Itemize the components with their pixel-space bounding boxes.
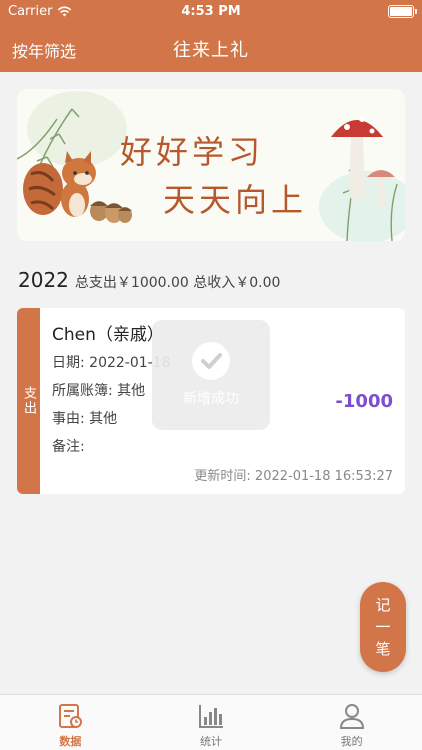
record-name: Chen（亲戚） bbox=[52, 325, 164, 345]
banner-slogan-line-1: 好好学习 bbox=[120, 133, 265, 171]
success-toast: 新增成功 bbox=[152, 320, 270, 430]
chart-icon bbox=[199, 705, 223, 728]
banner-slogan-line-2: 天天向上 bbox=[163, 181, 308, 219]
battery-icon bbox=[388, 5, 417, 18]
add-record-label-3: 笔 bbox=[375, 640, 391, 658]
tab-data-label: 数据 bbox=[59, 735, 82, 748]
tab-statistics-label: 统计 bbox=[200, 735, 222, 748]
status-bar: Carrier 4:53 PM bbox=[0, 0, 422, 24]
tab-data[interactable]: 数据 bbox=[0, 695, 141, 750]
year-summary: 2022 总支出￥1000.00 总收入￥0.00 bbox=[18, 268, 280, 292]
tab-statistics[interactable]: 统计 bbox=[141, 695, 282, 750]
tab-bar: 数据 统计 我的 bbox=[0, 694, 422, 750]
data-icon bbox=[59, 704, 83, 728]
record-note: 备注: bbox=[52, 439, 85, 455]
user-icon bbox=[339, 704, 364, 729]
summary-totals: 总支出￥1000.00 总收入￥0.00 bbox=[74, 275, 281, 291]
clock: 4:53 PM bbox=[181, 4, 241, 19]
tab-profile[interactable]: 我的 bbox=[281, 695, 422, 750]
add-record-label-1: 记 bbox=[375, 596, 391, 614]
record-updated-time: 更新时间: 2022-01-18 16:53:27 bbox=[194, 469, 393, 484]
record-account: 所属账簿: 其他 bbox=[52, 383, 146, 399]
banner: 好好学习 天天向上 bbox=[17, 89, 405, 241]
add-record-label-2: 一 bbox=[375, 618, 391, 636]
tab-profile-label: 我的 bbox=[340, 735, 363, 748]
record-reason: 事由: 其他 bbox=[52, 411, 118, 427]
nav-bar: 按年筛选 往来上礼 bbox=[0, 24, 422, 72]
record-amount: -1000 bbox=[335, 391, 393, 412]
summary-year: 2022 bbox=[18, 268, 69, 292]
toast-message: 新增成功 bbox=[183, 391, 239, 407]
page-title: 往来上礼 bbox=[173, 40, 249, 61]
checkmark-icon bbox=[192, 342, 230, 380]
add-record-button[interactable]: 记 一 笔 bbox=[360, 582, 406, 672]
record-type-badge: 支出 bbox=[17, 308, 40, 494]
